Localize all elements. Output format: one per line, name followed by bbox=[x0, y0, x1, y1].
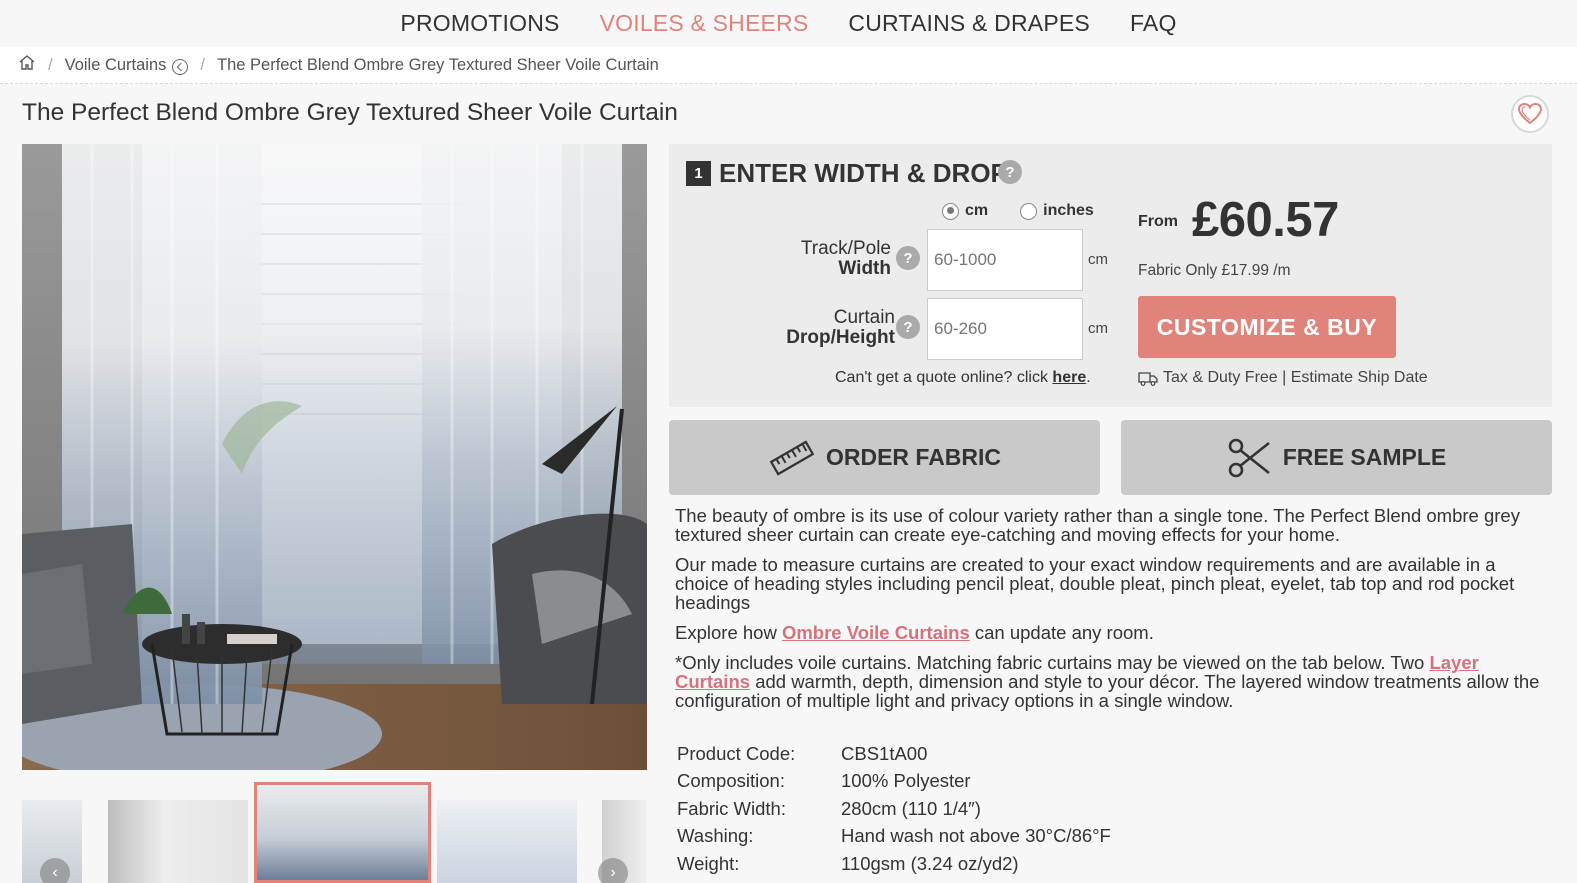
heart-icon bbox=[1517, 102, 1543, 125]
drop-input[interactable] bbox=[927, 298, 1083, 360]
spec-key: Product Code: bbox=[677, 742, 796, 764]
width-label: Track/Pole Width bbox=[760, 239, 891, 279]
quote-period: . bbox=[1086, 369, 1091, 386]
spec-row: Washing: Hand wash not above 30°C/86°F bbox=[677, 823, 1111, 851]
wishlist-button[interactable] bbox=[1511, 95, 1549, 133]
ombre-voile-link[interactable]: Ombre Voile Curtains bbox=[782, 622, 970, 643]
spec-row: Product Code: CBS1tA00 bbox=[677, 740, 1111, 768]
price: £60.57 bbox=[1192, 193, 1339, 247]
truck-icon bbox=[1138, 371, 1158, 386]
quote-text: Can't get a quote online? click bbox=[835, 369, 1048, 386]
spec-key: Fabric Width: bbox=[677, 797, 786, 819]
nav-faq[interactable]: FAQ bbox=[1130, 10, 1177, 37]
back-circle-icon[interactable] bbox=[172, 59, 189, 75]
nav-promotions[interactable]: PROMOTIONS bbox=[400, 10, 559, 37]
quote-help: Can't get a quote online? click here. bbox=[835, 369, 1091, 387]
thumbnail[interactable] bbox=[437, 800, 577, 883]
quote-link[interactable]: here bbox=[1052, 369, 1086, 386]
question-icon[interactable]: ? bbox=[998, 160, 1022, 184]
spec-row: Weight: 110gsm (3.24 oz/yd2) bbox=[677, 850, 1111, 878]
unit-inches-label: inches bbox=[1043, 202, 1094, 219]
shipping-info[interactable]: Tax & Duty Free | Estimate Ship Date bbox=[1138, 369, 1428, 387]
spec-value: Hand wash not above 30°C/86°F bbox=[841, 825, 1111, 847]
unit-inches-radio[interactable] bbox=[1020, 202, 1038, 220]
description-text: *Only includes voile curtains. Matching … bbox=[675, 652, 1425, 673]
chevron-right-icon[interactable]: › bbox=[598, 858, 628, 883]
question-icon[interactable]: ? bbox=[896, 315, 920, 339]
width-label-line1: Track/Pole bbox=[800, 238, 891, 259]
width-input[interactable] bbox=[927, 229, 1083, 291]
scissors-icon bbox=[1228, 438, 1270, 477]
breadcrumb: / Voile Curtains / The Perfect Blend Omb… bbox=[0, 47, 1577, 84]
nav-voiles-sheers[interactable]: VOILES & SHEERS bbox=[600, 10, 809, 37]
order-fabric-button[interactable]: ORDER FABRIC bbox=[669, 420, 1100, 495]
spec-row: Fabric Width: 280cm (110 1/4″) bbox=[677, 795, 1111, 823]
description-paragraph: The beauty of ombre is its use of colour… bbox=[675, 505, 1520, 545]
shipping-text: Tax & Duty Free | Estimate Ship Date bbox=[1163, 369, 1428, 386]
width-label-line2: Width bbox=[838, 258, 891, 279]
free-sample-label: FREE SAMPLE bbox=[1282, 444, 1447, 470]
product-specs: Product Code: CBS1tA00 Composition: 100% P… bbox=[677, 740, 1111, 878]
main-nav: PROMOTIONS VOILES & SHEERS CURTAINS & DR… bbox=[0, 0, 1577, 47]
spec-row: Composition: 100% Polyester bbox=[677, 768, 1111, 796]
free-sample-button[interactable]: FREE SAMPLE bbox=[1121, 420, 1552, 495]
spec-value: 110gsm (3.24 oz/yd2) bbox=[841, 852, 1019, 874]
spec-value: 100% Polyester bbox=[841, 770, 971, 792]
spec-value: 280cm (110 1/4″) bbox=[841, 797, 981, 819]
order-fabric-label: ORDER FABRIC bbox=[825, 444, 1002, 470]
spec-key: Composition: bbox=[677, 770, 785, 792]
description-paragraph: Our made to measure curtains are created… bbox=[675, 554, 1515, 613]
unit-cm-label: cm bbox=[965, 202, 989, 219]
spec-key: Weight: bbox=[677, 852, 740, 874]
description-text: add warmth, depth, dimension and style t… bbox=[675, 671, 1540, 711]
step-number: 1 bbox=[686, 161, 711, 186]
price-from-label: From bbox=[1138, 213, 1178, 230]
unit-selector: cm inches bbox=[942, 202, 1094, 220]
spec-value: CBS1tA00 bbox=[841, 742, 928, 764]
thumbnail[interactable] bbox=[108, 800, 248, 883]
thumbnail-selected[interactable] bbox=[254, 782, 431, 883]
page-title: The Perfect Blend Ombre Grey Textured Sh… bbox=[22, 99, 678, 126]
breadcrumb-category[interactable]: Voile Curtains bbox=[65, 56, 167, 75]
breadcrumb-separator: / bbox=[48, 55, 53, 74]
nav-curtains-drapes[interactable]: CURTAINS & DRAPES bbox=[848, 10, 1090, 37]
thumbnail-strip bbox=[22, 782, 647, 883]
width-unit: cm bbox=[1088, 251, 1108, 268]
spec-key: Washing: bbox=[677, 825, 754, 847]
description-text: can update any room. bbox=[974, 622, 1154, 643]
drop-label-line2: Drop/Height bbox=[786, 327, 895, 348]
drop-label-line1: Curtain bbox=[833, 307, 895, 328]
product-main-image[interactable] bbox=[22, 144, 647, 770]
breadcrumb-separator: / bbox=[200, 55, 205, 74]
ruler-icon bbox=[769, 439, 815, 476]
chevron-left-icon[interactable]: ‹ bbox=[40, 858, 70, 883]
description-paragraph: *Only includes voile curtains. Matching … bbox=[675, 653, 1552, 710]
question-icon[interactable]: ? bbox=[896, 246, 920, 270]
description-text: Explore how bbox=[675, 622, 777, 643]
configurator-heading: ENTER WIDTH & DROP bbox=[719, 158, 1008, 188]
home-icon[interactable] bbox=[18, 54, 36, 76]
customize-buy-button[interactable]: CUSTOMIZE & BUY bbox=[1138, 296, 1396, 358]
drop-label: Curtain Drop/Height bbox=[760, 308, 895, 348]
fabric-only-price: Fabric Only £17.99 /m bbox=[1138, 262, 1291, 279]
unit-cm-radio[interactable] bbox=[942, 202, 959, 220]
description-paragraph: Explore how Ombre Voile Curtains can upd… bbox=[675, 623, 1552, 642]
breadcrumb-current: The Perfect Blend Ombre Grey Textured Sh… bbox=[217, 55, 659, 74]
product-description: The beauty of ombre is its use of colour… bbox=[675, 506, 1552, 721]
drop-unit: cm bbox=[1088, 320, 1108, 337]
